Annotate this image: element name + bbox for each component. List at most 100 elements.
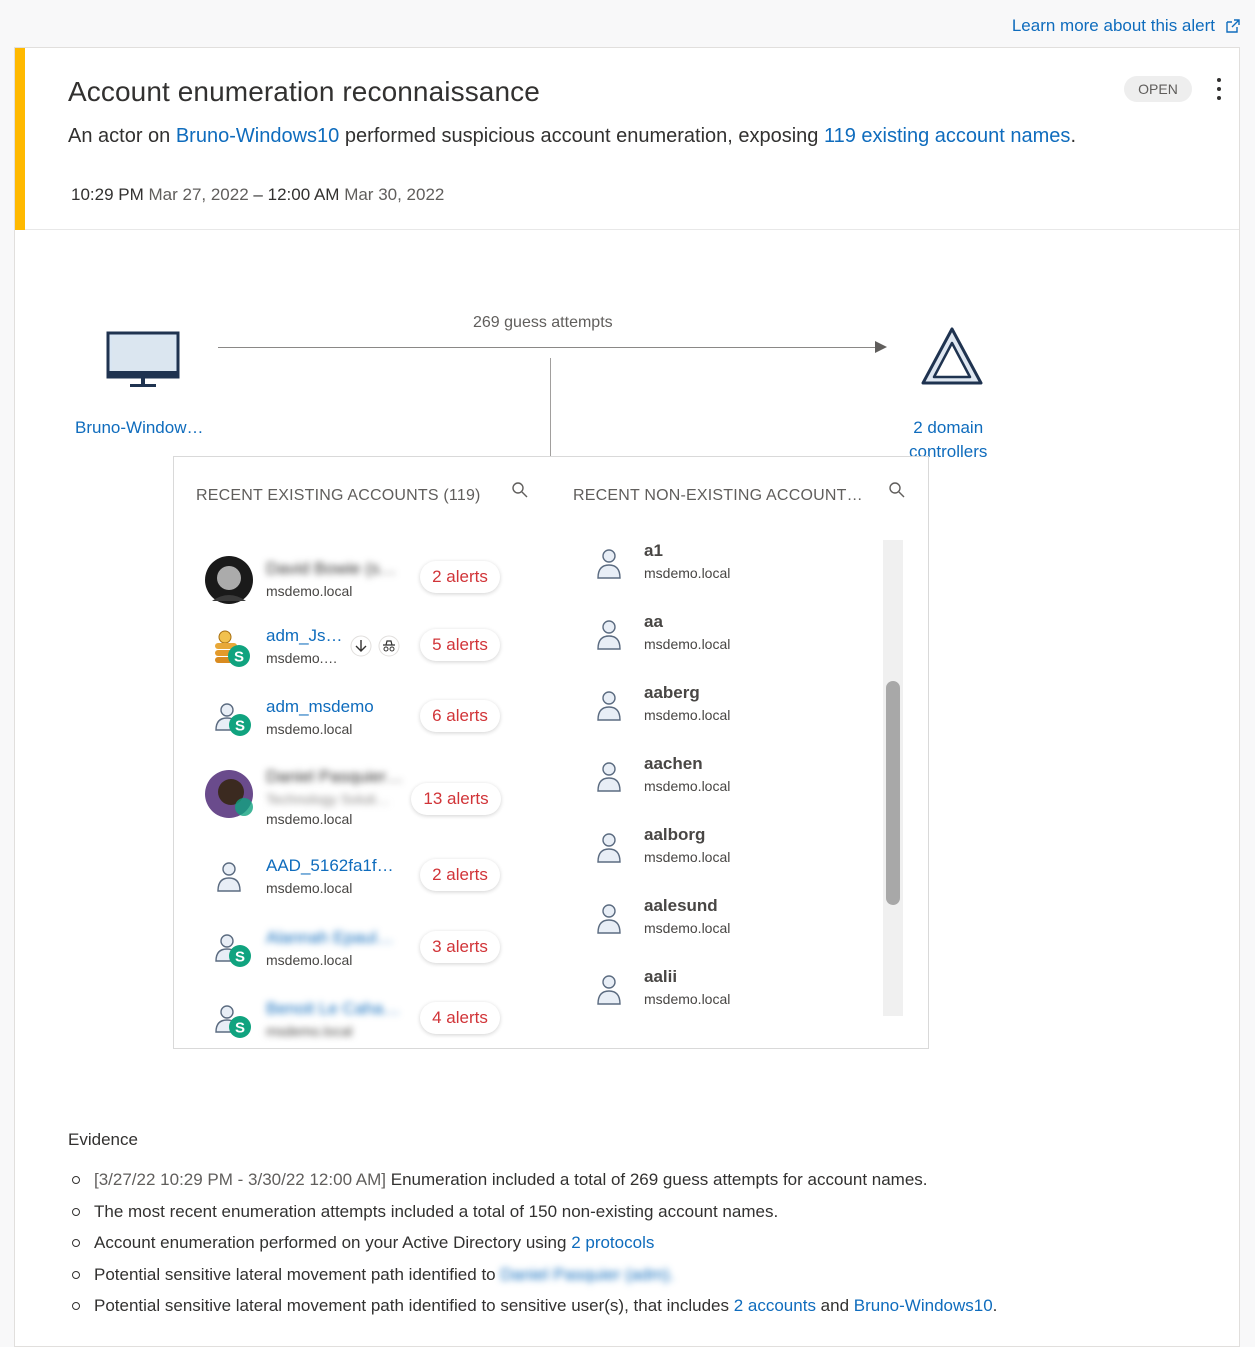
evidence-text: Account enumeration performed on your Ac… <box>94 1233 572 1252</box>
list-item[interactable]: a1 msdemo.local <box>564 541 906 601</box>
evidence-text: Potential sensitive lateral movement pat… <box>94 1264 501 1284</box>
alerts-badge[interactable]: 13 alerts <box>411 783 501 815</box>
monitor-icon[interactable] <box>106 331 180 396</box>
account-name: aachen <box>644 754 703 773</box>
account-domain: msdemo.local <box>644 849 731 865</box>
end-date: Mar 30, 2022 <box>344 185 445 204</box>
list-item[interactable]: aalesund msdemo.local <box>564 896 906 956</box>
list-item[interactable]: aachen msdemo.local <box>564 754 906 814</box>
nonexisting-accounts-header: RECENT NON-EXISTING ACCOUNT… <box>573 487 863 504</box>
alerts-badge[interactable]: 2 alerts <box>420 859 500 891</box>
avatar: S <box>214 1002 264 1043</box>
account-name[interactable]: adm_Js… <box>266 626 343 646</box>
evidence-title: Evidence <box>68 1130 138 1149</box>
alerts-badge[interactable]: 2 alerts <box>420 561 500 593</box>
account-name: aaberg <box>644 683 700 702</box>
account-domain: msdemo.local <box>266 721 353 737</box>
more-options-button[interactable] <box>1211 77 1227 103</box>
list-item[interactable]: S adm_Js… msdemo.… 5 alerts <box>174 625 554 685</box>
list-item[interactable]: aalborg msdemo.local <box>564 825 906 885</box>
host-link[interactable]: Bruno-Windows10 <box>176 125 339 147</box>
account-name[interactable]: Benoit Le Caha… <box>266 999 400 1019</box>
accounts-count-link[interactable]: 2 accounts <box>734 1296 816 1315</box>
account-domain: msdemo.local <box>644 636 731 652</box>
list-item[interactable]: Daniel Pasquier… Technology Soluti… msde… <box>174 765 554 843</box>
evidence-text: and <box>815 1296 854 1315</box>
list-item[interactable]: S Benoit Le Caha… msdemo.local 4 alerts <box>174 998 554 1043</box>
existing-accounts-header: RECENT EXISTING ACCOUNTS (119) <box>196 487 481 504</box>
dc-label-line1: 2 domain <box>913 418 984 437</box>
account-name: aalborg <box>644 825 706 844</box>
search-icon[interactable] <box>511 481 529 499</box>
user-icon <box>597 904 621 934</box>
alerts-badge[interactable]: 3 alerts <box>420 931 500 963</box>
account-domain: msdemo.local <box>266 952 353 968</box>
guess-attempts-label: 269 guess attempts <box>473 314 613 331</box>
list-item[interactable]: aa msdemo.local <box>564 612 906 672</box>
desc-suffix: . <box>1070 125 1076 147</box>
arrow-down-icon[interactable] <box>350 635 372 657</box>
svg-text:S: S <box>235 1020 245 1037</box>
account-domain: msdemo.local <box>644 565 731 581</box>
spy-icon[interactable] <box>378 635 400 657</box>
list-item[interactable]: aaberg msdemo.local <box>564 683 906 743</box>
search-icon[interactable] <box>888 481 906 499</box>
account-name[interactable]: David Bowie (s… <box>266 559 396 579</box>
accounts-link[interactable]: 119 existing account names <box>824 125 1070 147</box>
alert-title: Account enumeration reconnaissance <box>68 76 540 107</box>
alerts-badge[interactable]: 4 alerts <box>420 1002 500 1034</box>
connector-line <box>550 358 551 456</box>
alerts-badge[interactable]: 6 alerts <box>420 700 500 732</box>
account-name[interactable]: Alannah Epaul… <box>266 928 394 948</box>
account-name: aalesund <box>644 896 718 915</box>
alert-header: Account enumeration reconnaissance An ac… <box>15 48 1239 230</box>
list-item[interactable]: AAD_5162fa1f… msdemo.local 2 alerts <box>174 856 554 916</box>
scrollbar-thumb[interactable] <box>886 681 900 905</box>
protocols-link[interactable]: 2 protocols <box>571 1233 654 1252</box>
user-icon <box>597 975 621 1005</box>
evidence-text: The most recent enumeration attempts inc… <box>94 1201 779 1221</box>
lateral-path-user-link[interactable]: Daniel Pasquier (adm). <box>500 1265 674 1284</box>
accounts-panel: RECENT EXISTING ACCOUNTS (119) RECENT NO… <box>173 456 929 1049</box>
list-item[interactable]: David Bowie (s… msdemo.local 2 alerts <box>174 555 554 615</box>
account-name[interactable]: adm_msdemo <box>266 697 374 717</box>
alert-card: Account enumeration reconnaissance An ac… <box>14 47 1240 1347</box>
desc-prefix: An actor on <box>68 125 176 147</box>
start-date: Mar 27, 2022 <box>148 185 249 204</box>
arrow-line <box>218 347 878 348</box>
list-item[interactable]: S adm_msdemo msdemo.local 6 alerts <box>174 696 554 756</box>
avatar: S <box>214 700 264 750</box>
avatar <box>204 769 254 819</box>
account-domain: msdemo.local <box>644 991 731 1007</box>
user-icon <box>597 691 621 721</box>
account-domain: msdemo.local <box>266 583 353 599</box>
status-badge: OPEN <box>1124 76 1192 102</box>
evidence-item: [3/27/22 10:29 PM - 3/30/22 12:00 AM] En… <box>68 1164 1218 1196</box>
svg-text:S: S <box>235 718 245 735</box>
list-item[interactable]: S Alannah Epaul… msdemo.local 3 alerts <box>174 927 554 987</box>
learn-more-label: Learn more about this alert <box>1011 16 1215 35</box>
user-icon <box>597 833 621 863</box>
evidence-item: Potential sensitive lateral movement pat… <box>68 1290 1218 1322</box>
account-domain: msdemo.local <box>266 811 353 827</box>
alert-description: An actor on Bruno-Windows10 performed su… <box>68 125 1076 148</box>
evidence-item: Potential sensitive lateral movement pat… <box>68 1259 1218 1291</box>
host-link[interactable]: Bruno-Windows10 <box>854 1296 993 1315</box>
svg-text:S: S <box>235 949 245 966</box>
account-domain: msdemo.local <box>644 778 731 794</box>
account-domain: msdemo.local <box>266 1023 353 1039</box>
account-name[interactable]: AAD_5162fa1f… <box>266 856 394 876</box>
learn-more-link[interactable]: Learn more about this alert <box>1012 16 1241 36</box>
alerts-badge[interactable]: 5 alerts <box>420 629 500 661</box>
nonexisting-accounts-list[interactable]: a1 msdemo.local aa msdemo.local aaberg m… <box>564 541 906 1019</box>
list-item[interactable]: aalii msdemo.local <box>564 967 906 1019</box>
source-host-link[interactable]: Bruno-Window… <box>75 418 204 438</box>
evidence-item: Account enumeration performed on your Ac… <box>68 1227 1218 1259</box>
account-name[interactable]: Daniel Pasquier… <box>266 767 403 787</box>
account-name: aalii <box>644 967 678 986</box>
domain-controller-icon[interactable] <box>920 326 984 393</box>
account-domain: msdemo.local <box>644 920 731 936</box>
existing-accounts-list[interactable]: David Bowie (s… msdemo.local 2 alerts S … <box>174 545 554 1043</box>
avatar: S <box>212 629 262 679</box>
account-subtitle: Technology Soluti… <box>266 791 390 807</box>
